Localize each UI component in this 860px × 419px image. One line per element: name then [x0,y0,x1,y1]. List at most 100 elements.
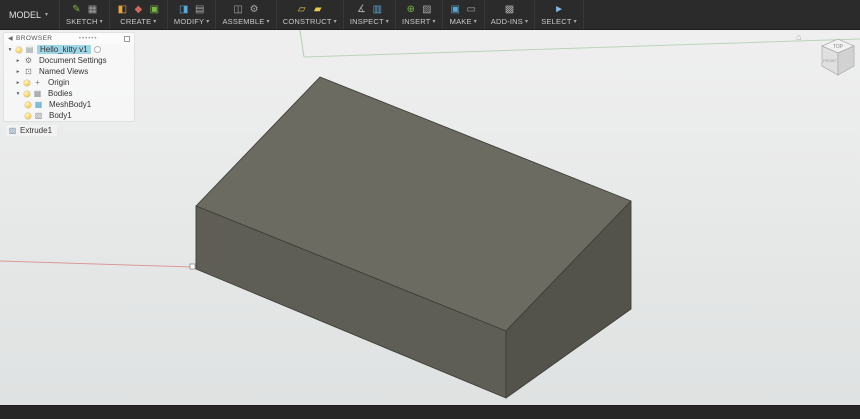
browser-item-label: Bodies [48,89,73,98]
y-axis-line [299,30,305,58]
toolbar-group-sketch: ✎ ▦ SKETCH ▾ [60,0,110,29]
chevron-down-icon: ▾ [473,19,477,25]
expander-right-icon[interactable]: ▸ [15,58,21,64]
mesh-body-icon: ▦ [34,100,43,109]
visibility-bulb-icon[interactable] [24,90,30,97]
create-box-icon[interactable]: ◧ [116,3,129,16]
toolbar-group-modify: ◨ ▤ MODIFY ▾ [168,0,217,29]
browser-item-label: MeshBody1 [49,100,92,109]
panel-menu-icon[interactable] [124,35,130,42]
chevron-down-icon: ▾ [266,19,270,25]
viewcube-cube[interactable]: TOP FRONT [802,32,858,82]
visibility-bulb-icon[interactable] [24,79,30,86]
inspect-analysis-icon[interactable]: ▥ [371,3,384,16]
feature-extrude1[interactable]: ▨ Extrude1 [6,125,58,136]
browser-item-origin[interactable]: ▸ + Origin [4,77,134,88]
insert-decal-icon[interactable]: ▨ [420,3,433,16]
create-revolve-icon[interactable]: ◆ [132,3,145,16]
browser-item-bodies[interactable]: ▾ ▦ Bodies [4,88,134,99]
modify-shell-icon[interactable]: ▤ [193,3,206,16]
chevron-down-icon: ▾ [153,19,157,25]
x-axis-line [0,260,194,268]
make-export-icon[interactable]: ▭ [465,3,478,16]
browser-item-named-views[interactable]: ▸ ⊡ Named Views [4,66,134,77]
expander-right-icon[interactable]: ▸ [15,69,21,75]
construct-plane-icon[interactable]: ▱ [295,3,308,16]
toolbar-menu-assemble[interactable]: ASSEMBLE ▾ [222,16,269,28]
chevron-down-icon: ▾ [99,19,103,25]
toolbar-menu-make[interactable]: MAKE ▾ [450,16,477,28]
visibility-bulb-icon[interactable] [16,46,22,53]
browser-title: BROWSER [16,35,53,42]
grid-axis-line [303,38,860,58]
toolbar-menu-insert[interactable]: INSERT ▾ [402,16,436,28]
cloud-status-icon[interactable] [93,46,101,53]
toolbar-group-select: ► SELECT ▾ [535,0,584,29]
chevron-down-icon: ▾ [385,19,389,25]
browser-item-document-settings[interactable]: ▸ ⚙ Document Settings [4,55,134,66]
inspect-measure-icon[interactable]: ∡ [355,3,368,16]
create-sketch-icon[interactable]: ✎ [70,3,83,16]
construct-offset-plane-icon[interactable]: ▰ [311,3,324,16]
toolbar-group-make: ▣ ▭ MAKE ▾ [443,0,485,29]
expander-right-icon[interactable]: ▸ [15,80,21,86]
toolbar-group-addins: ▩ ADD-INS ▾ [485,0,536,29]
chevron-down-icon: ▾ [206,19,210,25]
browser-item-label: Named Views [39,67,89,76]
expander-down-icon[interactable]: ▾ [15,91,21,97]
visibility-bulb-icon[interactable] [25,112,31,119]
toolbar-menu-modify[interactable]: MODIFY ▾ [174,16,210,28]
assemble-joint-icon[interactable]: ⚙ [248,3,261,16]
expander-down-icon[interactable]: ▾ [7,47,13,53]
chevron-down-icon: ▾ [45,12,49,18]
addins-scripts-icon[interactable]: ▩ [503,3,516,16]
viewcube[interactable]: ⌂ TOP FRONT [796,32,858,84]
workspace-label: MODEL [9,9,42,20]
panel-drag-handle-icon[interactable]: •••••• [55,36,121,42]
sketch-grid-icon[interactable]: ▦ [86,3,99,16]
toolbar-menu-create[interactable]: CREATE ▾ [120,16,156,28]
top-toolbar: MODEL ▾ ✎ ▦ SKETCH ▾ ◧ ◆ ▣ CREATE ▾ ◨ ▤ … [0,0,860,30]
visibility-bulb-icon[interactable] [25,101,31,108]
solid-body-icon: ▧ [34,111,43,120]
timeline-bar[interactable] [0,405,860,419]
collapse-panel-icon[interactable]: ◀ [8,35,13,42]
origin-point-marker[interactable] [189,263,196,270]
browser-panel: ◀ BROWSER •••••• ▾ ▤ Hello_kitty v1 ▸ ⚙ … [4,33,134,121]
browser-header: ◀ BROWSER •••••• [4,33,134,44]
browser-item-label: Origin [48,78,70,87]
toolbar-group-create: ◧ ◆ ▣ CREATE ▾ [110,0,168,29]
viewcube-front-label: FRONT [823,58,837,63]
viewport[interactable]: ◀ BROWSER •••••• ▾ ▤ Hello_kitty v1 ▸ ⚙ … [0,30,860,405]
named-views-icon: ⊡ [25,67,32,76]
toolbar-menu-addins[interactable]: ADD-INS ▾ [491,16,528,28]
toolbar-menu-sketch[interactable]: SKETCH ▾ [66,16,103,28]
browser-item-label: Body1 [49,111,72,120]
assemble-component-icon[interactable]: ◫ [232,3,245,16]
gear-icon: ⚙ [24,56,33,65]
chevron-down-icon: ▾ [432,19,436,25]
create-primitive-icon[interactable]: ▣ [148,3,161,16]
select-cursor-icon[interactable]: ► [553,3,566,16]
browser-item-body1[interactable]: ▧ Body1 [4,110,134,121]
bodies-folder-icon: ▦ [33,89,42,98]
insert-mesh-icon[interactable]: ⊕ [404,3,417,16]
workspace-selector[interactable]: MODEL ▾ [0,0,61,29]
toolbar-menu-construct[interactable]: CONSTRUCT ▾ [283,16,337,28]
chevron-down-icon: ▾ [333,19,337,25]
home-view-icon[interactable]: ⌂ [796,33,801,42]
fusion-window: MODEL ▾ ✎ ▦ SKETCH ▾ ◧ ◆ ▣ CREATE ▾ ◨ ▤ … [0,0,860,419]
browser-item-meshbody1[interactable]: ▦ MeshBody1 [4,99,134,110]
toolbar-menu-inspect[interactable]: INSPECT ▾ [350,16,389,28]
modify-fillet-icon[interactable]: ◨ [177,3,190,16]
toolbar-group-insert: ⊕ ▨ INSERT ▾ [396,0,443,29]
toolbar-group-inspect: ∡ ▥ INSPECT ▾ [344,0,396,29]
toolbar-menu-select[interactable]: SELECT ▾ [541,16,577,28]
browser-item-label: Hello_kitty v1 [37,45,91,54]
browser-item-label: Document Settings [39,56,107,65]
origin-axes-icon: + [35,78,40,87]
browser-item-root[interactable]: ▾ ▤ Hello_kitty v1 [4,44,134,55]
viewcube-top-label: TOP [833,44,844,50]
component-icon: ▤ [25,45,34,54]
make-3d-print-icon[interactable]: ▣ [449,3,462,16]
